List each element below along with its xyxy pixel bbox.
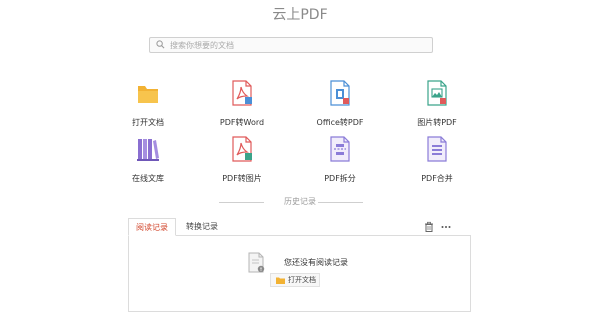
pdf-merge-icon	[427, 136, 447, 162]
history-divider: 历史记录	[0, 196, 600, 208]
tool-open-document[interactable]: 打开文档	[113, 80, 183, 128]
tool-pdf-to-word[interactable]: PDF转Word	[207, 80, 277, 128]
search-bar[interactable]	[149, 37, 433, 53]
folder-icon	[138, 86, 158, 103]
library-icon	[137, 139, 159, 161]
trash-icon[interactable]	[423, 221, 435, 233]
tab-reading-history[interactable]: 阅读记录	[128, 218, 176, 236]
search-icon	[156, 40, 165, 49]
tool-pdf-merge[interactable]: PDF合并	[402, 136, 472, 184]
history-panel: 阅读记录 转换记录 您还没有阅读记录 打开文档	[128, 216, 471, 312]
tool-office-to-pdf[interactable]: Office转PDF	[305, 80, 375, 128]
empty-message: 您还没有阅读记录	[284, 258, 348, 267]
tool-pdf-to-image[interactable]: PDF转图片	[207, 136, 277, 184]
more-icon[interactable]	[440, 221, 452, 233]
history-label: 历史记录	[284, 197, 316, 206]
open-document-button[interactable]: 打开文档	[270, 273, 320, 287]
app-title: 云上PDF	[272, 7, 328, 23]
tool-label: PDF转图片	[222, 174, 262, 183]
empty-document-icon	[248, 252, 265, 273]
pdf-split-icon	[330, 136, 350, 162]
tab-conversion-history[interactable]: 转换记录	[180, 218, 224, 236]
tool-label: 图片转PDF	[417, 118, 457, 127]
pdf-to-word-icon	[232, 80, 252, 106]
open-document-label: 打开文档	[288, 276, 316, 284]
divider-line-right	[318, 202, 363, 203]
tool-pdf-split[interactable]: PDF拆分	[305, 136, 375, 184]
tool-label: 在线文库	[132, 174, 164, 183]
history-content: 您还没有阅读记录 打开文档	[128, 235, 471, 312]
tool-online-library[interactable]: 在线文库	[113, 136, 183, 184]
office-to-pdf-icon	[330, 80, 350, 106]
tool-image-to-pdf[interactable]: 图片转PDF	[402, 80, 472, 128]
tool-label: PDF拆分	[324, 174, 356, 183]
search-input[interactable]	[170, 38, 425, 52]
folder-icon	[276, 277, 285, 284]
tool-label: 打开文档	[132, 118, 164, 127]
history-tabs: 阅读记录 转换记录	[128, 216, 471, 236]
tool-label: PDF转Word	[219, 118, 265, 127]
tool-label: PDF合并	[421, 174, 453, 183]
pdf-to-image-icon	[232, 136, 252, 162]
tool-label: Office转PDF	[316, 118, 364, 127]
image-to-pdf-icon	[427, 80, 447, 106]
